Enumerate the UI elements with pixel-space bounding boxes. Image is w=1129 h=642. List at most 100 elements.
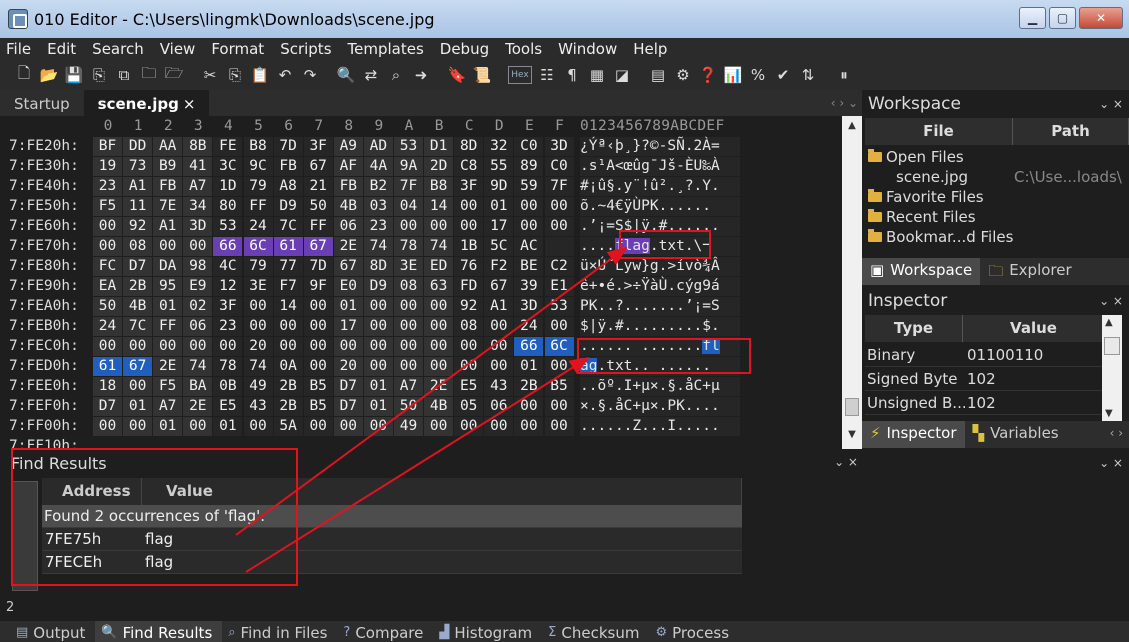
hex-byte[interactable]: 67 — [484, 277, 514, 296]
hex-byte[interactable]: E5 — [213, 397, 243, 416]
hex-byte[interactable]: 00 — [514, 197, 544, 216]
hex-byte[interactable]: 00 — [363, 297, 393, 316]
hex-byte[interactable]: 01 — [153, 417, 183, 436]
hex-row[interactable]: 7:FEF0h: D7 01 A7 2E E5 43 2B B5 D7 01 50 4B 05 06 00 00… — [0, 397, 842, 417]
hex-byte[interactable]: 4B — [333, 197, 363, 216]
hex-byte[interactable]: 00 — [484, 337, 514, 356]
tab-variables[interactable]: ▚ Variables — [965, 421, 1067, 448]
ascii-text[interactable]: PK..?.......’¡=S — [580, 297, 740, 316]
hex-byte[interactable]: 14 — [424, 197, 454, 216]
hex-row[interactable]: 7:FED0h: 61 67 2E 74 78 74 0A 00 20 00 00 00 00 00 01 00… — [0, 357, 842, 377]
hex-row[interactable]: 7:FEE0h: 18 00 F5 BA 0B 49 2B B5 D7 01 A7 2E E5 43 2B B5… — [0, 377, 842, 397]
hex-editor[interactable]: 0 1 2 3 4 5 6 7 8 9 A B C D E F 0123456789ABCDEF 7:FE20h:… — [0, 116, 842, 449]
hex-byte[interactable]: 08 — [394, 277, 423, 296]
hex-byte[interactable]: 80 — [213, 197, 243, 216]
hex-byte[interactable]: 00 — [514, 417, 544, 436]
hex-byte[interactable]: 12 — [213, 277, 243, 296]
hex-byte[interactable]: 7C — [123, 317, 153, 336]
hex-byte[interactable]: 3D — [544, 137, 574, 156]
find-in-files-icon[interactable]: ⌕ — [386, 65, 406, 85]
hex-byte[interactable]: 67 — [333, 257, 363, 276]
hex-byte[interactable]: 00 — [484, 317, 514, 336]
hex-byte[interactable]: 01 — [484, 197, 514, 216]
hex-byte[interactable]: FF — [303, 217, 333, 236]
hex-byte[interactable]: 50 — [93, 297, 122, 316]
pane-controls-icon[interactable]: ⌄ × — [1099, 97, 1123, 111]
maximize-button[interactable]: ▢ — [1049, 7, 1076, 29]
hex-byte[interactable]: 00 — [394, 337, 423, 356]
tab-startup[interactable]: Startup — [0, 90, 84, 116]
hex-byte[interactable]: 8B — [183, 137, 213, 156]
hex-byte[interactable]: E0 — [333, 277, 363, 296]
grid-icon[interactable]: ▦ — [587, 65, 607, 85]
hex-byte[interactable]: 4B — [424, 397, 454, 416]
hex-byte[interactable]: 00 — [243, 317, 273, 336]
hex-byte[interactable]: 00 — [123, 337, 153, 356]
hex-byte[interactable] — [544, 237, 574, 256]
hex-byte[interactable]: FF — [243, 197, 273, 216]
hex-byte[interactable]: A7 — [153, 397, 183, 416]
hex-byte[interactable]: 2E — [424, 377, 454, 396]
hex-byte[interactable]: 18 — [93, 377, 122, 396]
hex-byte[interactable]: 0B — [213, 377, 243, 396]
hex-byte[interactable]: D7 — [123, 257, 153, 276]
hex-byte[interactable]: 53 — [544, 297, 574, 316]
hex-byte[interactable]: FB — [153, 177, 183, 196]
hex-byte[interactable]: 19 — [93, 157, 122, 176]
hex-byte[interactable]: 00 — [93, 337, 122, 356]
menu-file[interactable]: File — [6, 40, 31, 58]
hex-byte[interactable]: 00 — [544, 197, 574, 216]
hex-byte[interactable]: 9F — [303, 277, 333, 296]
hex-byte[interactable]: 67 — [303, 237, 333, 256]
calculator-icon[interactable]: ▤ — [648, 65, 668, 85]
inspector-value[interactable]: 102 — [965, 367, 1105, 390]
bookmark-icon[interactable]: 🔖 — [447, 65, 467, 85]
hex-byte[interactable]: 00 — [484, 357, 514, 376]
hex-byte[interactable]: 01 — [213, 417, 243, 436]
hex-byte[interactable]: EA — [93, 277, 122, 296]
hex-byte[interactable]: B8 — [243, 137, 273, 156]
hex-byte[interactable]: 23 — [93, 177, 122, 196]
col-file[interactable]: File — [865, 118, 1013, 145]
hex-byte[interactable]: 00 — [303, 357, 333, 376]
scroll-down-icon[interactable]: ▼ — [844, 429, 860, 445]
hex-byte[interactable]: 00 — [273, 337, 303, 356]
hex-byte[interactable]: A7 — [394, 377, 423, 396]
close-button[interactable]: ✕ — [1079, 7, 1123, 29]
hex-byte[interactable]: 4C — [213, 257, 243, 276]
ascii-text[interactable]: ......Z...I..... — [580, 417, 740, 436]
hex-byte[interactable]: 34 — [183, 197, 213, 216]
hex-byte[interactable]: 24 — [243, 217, 273, 236]
hex-byte[interactable]: 98 — [183, 257, 213, 276]
hex-byte[interactable]: 74 — [424, 237, 454, 256]
hex-byte[interactable]: 00 — [153, 237, 183, 256]
hex-byte[interactable]: 17 — [484, 217, 514, 236]
hex-byte[interactable]: E5 — [454, 377, 484, 396]
hex-byte[interactable]: 00 — [544, 217, 574, 236]
hex-byte[interactable]: A9 — [333, 137, 363, 156]
open-folder-icon[interactable]: 📂 — [39, 65, 59, 85]
hex-byte[interactable]: 00 — [363, 317, 393, 336]
hex-byte[interactable]: 39 — [514, 277, 544, 296]
hex-byte[interactable]: 00 — [363, 417, 393, 436]
scroll-up-icon[interactable]: ▲ — [1105, 317, 1113, 328]
hex-byte[interactable]: C8 — [454, 157, 484, 176]
hex-byte[interactable]: 7F — [544, 177, 574, 196]
hex-byte[interactable]: ED — [424, 257, 454, 276]
hex-byte[interactable]: 32 — [484, 137, 514, 156]
hex-byte[interactable]: 9A — [394, 157, 423, 176]
hex-byte[interactable]: FD — [454, 277, 484, 296]
hex-byte[interactable]: 06 — [484, 397, 514, 416]
hex-byte[interactable]: 79 — [243, 177, 273, 196]
hex-byte[interactable]: DA — [153, 257, 183, 276]
hex-byte[interactable]: DD — [123, 137, 153, 156]
hex-byte[interactable]: 01 — [153, 297, 183, 316]
hex-row[interactable]: 7:FE60h: 00 92 A1 3D 53 24 7C FF 06 23 00 00 00 17 00 00… — [0, 217, 842, 237]
hex-byte[interactable]: BA — [183, 377, 213, 396]
table-row[interactable]: 7FE75h flag — [42, 528, 742, 551]
hex-byte[interactable]: B5 — [544, 377, 574, 396]
hex-byte[interactable]: 00 — [93, 217, 122, 236]
hex-byte[interactable]: 78 — [394, 237, 423, 256]
menu-window[interactable]: Window — [558, 40, 617, 58]
table-row[interactable]: Signed Byte 102 — [865, 367, 1105, 391]
